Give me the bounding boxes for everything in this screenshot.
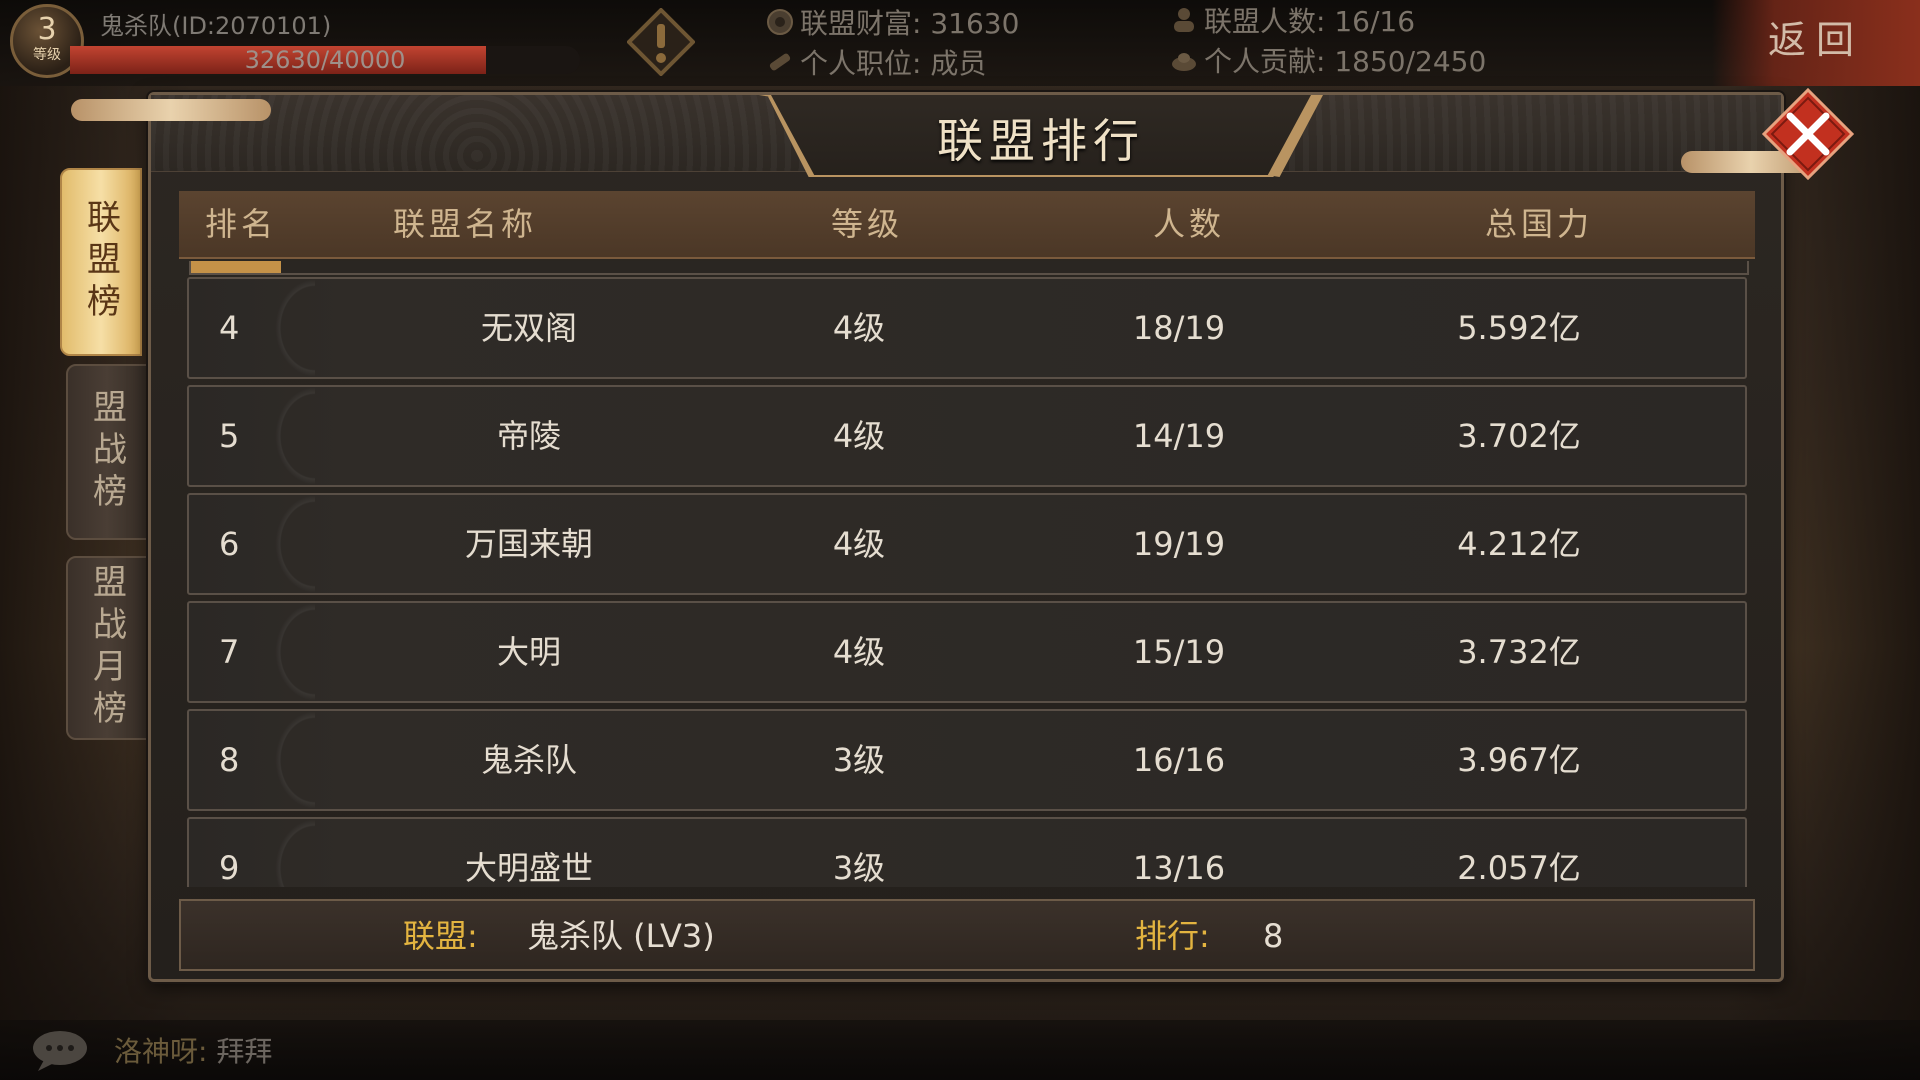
close-icon[interactable] bbox=[1762, 88, 1854, 180]
row-divider bbox=[275, 495, 315, 593]
row-members: 15/19 bbox=[1132, 633, 1226, 671]
back-button[interactable]: 返回 bbox=[1712, 0, 1920, 86]
ingot-icon bbox=[1172, 53, 1196, 71]
row-members: 19/19 bbox=[1132, 525, 1226, 563]
panel-header: 联盟排行 bbox=[71, 95, 1821, 177]
row-total-power: 3.732亿 bbox=[1457, 633, 1581, 671]
row-alliance-name: 鬼杀队 bbox=[480, 741, 577, 779]
alliance-wealth-stat: 联盟财富: 31630 bbox=[766, 2, 1019, 42]
row-rank: 8 bbox=[219, 741, 240, 779]
row-total-power: 5.592亿 bbox=[1457, 309, 1581, 347]
row-members: 13/16 bbox=[1132, 849, 1226, 887]
row-alliance-name: 帝陵 bbox=[496, 417, 561, 455]
chat-message: 拜拜 bbox=[216, 1035, 273, 1068]
ranking-row[interactable]: 6 万国来朝 4级 19/19 4.212亿 bbox=[187, 493, 1747, 595]
tab-alliance-ranking[interactable]: 联盟榜 bbox=[60, 168, 142, 356]
ranking-row[interactable]: 7 大明 4级 15/19 3.732亿 bbox=[187, 601, 1747, 703]
scroll-indicator bbox=[189, 261, 1749, 275]
row-alliance-name: 大明盛世 bbox=[464, 849, 593, 887]
column-members: 人数 bbox=[1153, 205, 1226, 243]
my-alliance-label: 联盟: bbox=[403, 917, 478, 955]
row-alliance-name: 无双阁 bbox=[480, 309, 577, 347]
row-divider bbox=[275, 711, 315, 809]
row-rank: 9 bbox=[219, 849, 240, 887]
row-total-power: 4.212亿 bbox=[1457, 525, 1581, 563]
coin-icon bbox=[767, 9, 793, 35]
ranking-row[interactable]: 5 帝陵 4级 14/19 3.702亿 bbox=[187, 385, 1747, 487]
ranking-row[interactable]: 4 无双阁 4级 18/19 5.592亿 bbox=[187, 277, 1747, 379]
row-members: 16/16 bbox=[1132, 741, 1226, 779]
row-level: 3级 bbox=[832, 849, 886, 887]
row-members: 14/19 bbox=[1132, 417, 1226, 455]
row-divider bbox=[275, 603, 315, 701]
column-total-power: 总国力 bbox=[1485, 205, 1594, 243]
personal-position-text: 个人职位: 成员 bbox=[800, 47, 987, 80]
ranking-row[interactable]: 8 鬼杀队 3级 16/16 3.967亿 bbox=[187, 709, 1747, 811]
personal-contribution-text: 个人贡献: 1850/2450 bbox=[1204, 45, 1487, 78]
row-members: 18/19 bbox=[1132, 309, 1226, 347]
title-plate: 联盟排行 bbox=[771, 95, 1311, 175]
alliance-member-text: 联盟人数: 16/16 bbox=[1204, 5, 1416, 38]
chat-bubble-icon[interactable] bbox=[30, 1028, 90, 1072]
column-rank: 排名 bbox=[205, 205, 278, 243]
row-divider bbox=[275, 387, 315, 485]
chat-latest-message: 洛神呀: 拜拜 bbox=[114, 1030, 272, 1070]
row-level: 4级 bbox=[832, 417, 886, 455]
tab-alliance-war-ranking[interactable]: 盟战榜 bbox=[66, 364, 148, 540]
player-name: 鬼杀队(ID:2070101) bbox=[100, 12, 332, 40]
row-divider bbox=[275, 819, 315, 887]
row-level: 4级 bbox=[832, 309, 886, 347]
ranking-row[interactable]: 9 大明盛世 3级 13/16 2.057亿 bbox=[187, 817, 1747, 887]
alliance-member-stat: 联盟人数: 16/16 bbox=[1170, 0, 1415, 40]
ranking-list[interactable]: 4 无双阁 4级 18/19 5.592亿 5 帝陵 4级 14/19 3.70… bbox=[187, 277, 1747, 887]
row-level: 3级 bbox=[832, 741, 886, 779]
my-alliance-bar: 联盟: 鬼杀队 (LV3) 排行: 8 bbox=[179, 899, 1755, 971]
row-rank: 7 bbox=[219, 633, 240, 671]
alliance-wealth-text: 联盟财富: 31630 bbox=[800, 7, 1020, 40]
top-status-bar: 3 等级 鬼杀队(ID:2070101) 32630/40000 联盟财富: 3… bbox=[0, 0, 1920, 86]
my-rank-label: 排行: bbox=[1135, 917, 1210, 955]
column-level: 等级 bbox=[831, 205, 904, 243]
table-header: 排名 联盟名称 等级 人数 总国力 bbox=[179, 191, 1755, 259]
row-rank: 4 bbox=[219, 309, 240, 347]
row-alliance-name: 大明 bbox=[496, 633, 561, 671]
chat-bar[interactable]: 洛神呀: 拜拜 bbox=[0, 1020, 1920, 1080]
row-level: 4级 bbox=[832, 633, 886, 671]
row-total-power: 3.967亿 bbox=[1457, 741, 1581, 779]
chat-speaker: 洛神呀: bbox=[114, 1035, 208, 1068]
personal-position-stat: 个人职位: 成员 bbox=[766, 42, 986, 82]
panel-title: 联盟排行 bbox=[937, 114, 1145, 168]
member-icon bbox=[1174, 8, 1194, 32]
personal-contribution-stat: 个人贡献: 1850/2450 bbox=[1170, 40, 1486, 80]
row-rank: 6 bbox=[219, 525, 240, 563]
my-rank-value: 8 bbox=[1263, 917, 1284, 955]
scroll-icon bbox=[769, 53, 791, 71]
row-alliance-name: 万国来朝 bbox=[464, 525, 593, 563]
row-rank: 5 bbox=[219, 417, 240, 455]
row-divider bbox=[275, 279, 315, 377]
scroll-indicator-mark bbox=[191, 261, 281, 273]
my-alliance-value: 鬼杀队 (LV3) bbox=[527, 917, 715, 955]
column-alliance-name: 联盟名称 bbox=[393, 205, 538, 243]
row-total-power: 3.702亿 bbox=[1457, 417, 1581, 455]
alert-icon[interactable] bbox=[627, 8, 695, 76]
header-ornament-left bbox=[71, 99, 271, 121]
row-total-power: 2.057亿 bbox=[1457, 849, 1581, 887]
alliance-ranking-panel: 联盟排行 排名 联盟名称 等级 人数 总国力 4 无双阁 4级 18/19 5.… bbox=[71, 92, 1821, 982]
experience-text: 32630/40000 bbox=[244, 46, 406, 74]
tab-alliance-war-monthly[interactable]: 盟战月榜 bbox=[66, 556, 148, 740]
row-level: 4级 bbox=[832, 525, 886, 563]
player-level-number: 3 bbox=[37, 12, 57, 47]
experience-bar: 32630/40000 bbox=[70, 46, 580, 74]
